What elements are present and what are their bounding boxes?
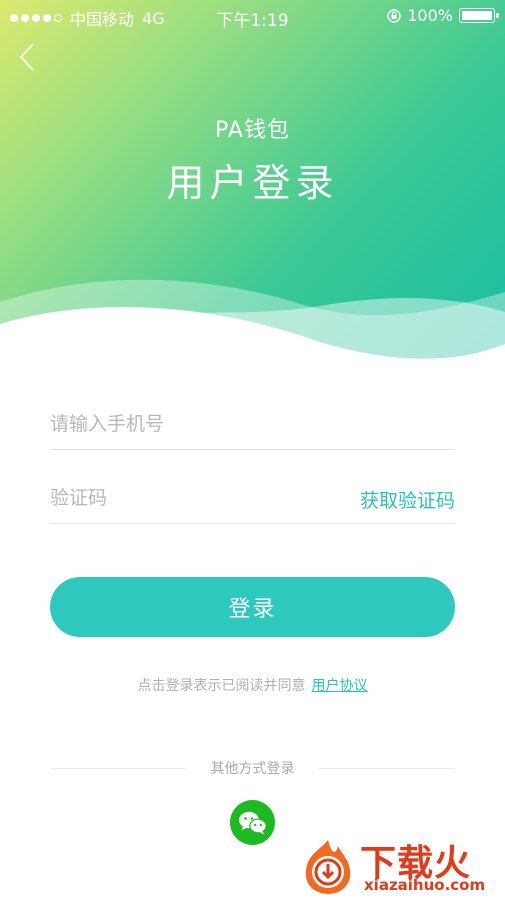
code-field: 获取验证码 [50,472,455,524]
user-agreement-link[interactable]: 用户协议 [312,678,368,694]
verification-code-input[interactable] [50,472,330,523]
header-banner: 中国移动 4G 下午1:19 100% PA钱包 用户登录 [0,0,505,380]
watermark-logo: 下载火 xiazaihuo.com [298,834,503,898]
login-button[interactable]: 登录 [50,577,455,637]
battery-icon [459,8,499,23]
wechat-icon [238,811,267,834]
brand-name: PA钱包 [215,118,290,143]
agreement-notice: 点击登录表示已阅读并同意 用户协议 [0,675,505,695]
page-title: 用户登录 [166,161,339,205]
phone-field [50,398,455,450]
rotation-lock-icon [387,8,401,23]
watermark-domain: xiazaihuo.com [364,876,486,894]
chevron-left-icon [19,43,34,71]
battery-percent: 100% [407,6,453,25]
flame-logo-icon [305,840,351,894]
back-button[interactable] [12,40,42,74]
wechat-login-button[interactable] [230,800,275,845]
divider-right [319,768,455,769]
get-code-button[interactable]: 获取验证码 [360,486,455,513]
phone-input[interactable] [50,398,455,449]
status-bar: 中国移动 4G 下午1:19 100% [0,0,505,34]
agreement-text: 点击登录表示已阅读并同意 [137,678,306,694]
status-right: 100% [387,6,499,25]
wave-decoration [0,279,505,380]
